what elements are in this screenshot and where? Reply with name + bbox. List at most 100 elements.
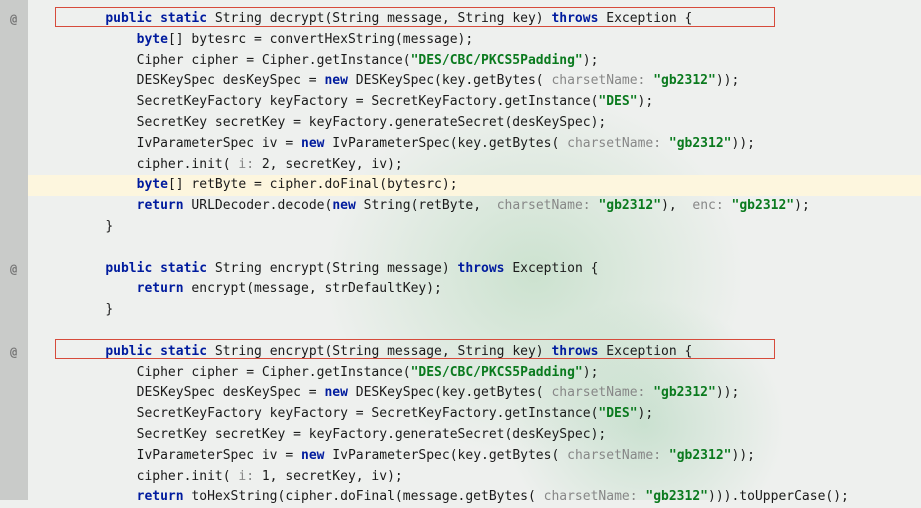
code-token: Cipher cipher = Cipher.getInstance( bbox=[137, 365, 411, 380]
code-token: 2, secretKey, iv); bbox=[262, 157, 403, 172]
code-token: "gb2312" bbox=[669, 136, 732, 151]
code-token: "DES/CBC/PKCS5Padding" bbox=[411, 53, 583, 68]
gutter-marker: @ bbox=[10, 342, 17, 363]
code-token: cipher.init( bbox=[137, 469, 239, 484]
code-editor[interactable]: public static String decrypt(String mess… bbox=[28, 0, 921, 500]
code-token: new bbox=[301, 136, 324, 151]
code-token: SecretKey secretKey = keyFactory.generat… bbox=[137, 427, 607, 442]
code-token: ); bbox=[638, 94, 654, 109]
code-token: toHexString(cipher.doFinal(message.getBy… bbox=[184, 489, 544, 504]
code-token: i: bbox=[238, 157, 261, 172]
code-token: "gb2312" bbox=[653, 73, 716, 88]
code-line[interactable] bbox=[28, 238, 921, 259]
code-token: byte bbox=[137, 177, 168, 192]
code-token: )); bbox=[716, 385, 739, 400]
code-token: ); bbox=[583, 365, 599, 380]
code-token: ), bbox=[661, 198, 692, 213]
code-token: String encrypt(String message, String ke… bbox=[207, 344, 551, 359]
code-token: static bbox=[160, 11, 207, 26]
gutter-marker: @ bbox=[10, 259, 17, 280]
code-token: return bbox=[137, 489, 184, 504]
code-token: new bbox=[301, 448, 324, 463]
code-token: [] bytesrc = convertHexString(message); bbox=[168, 32, 473, 47]
code-line[interactable]: cipher.init( i: 2, secretKey, iv); bbox=[28, 155, 921, 176]
code-line[interactable]: IvParameterSpec iv = new IvParameterSpec… bbox=[28, 134, 921, 155]
code-token: } bbox=[105, 219, 113, 234]
code-token: DESKeySpec desKeySpec = bbox=[137, 73, 325, 88]
code-line[interactable]: public static String encrypt(String mess… bbox=[28, 342, 921, 363]
code-token: i: bbox=[238, 469, 261, 484]
code-line[interactable]: byte[] bytesrc = convertHexString(messag… bbox=[28, 30, 921, 51]
code-token: "gb2312" bbox=[732, 198, 795, 213]
code-line[interactable]: IvParameterSpec iv = new IvParameterSpec… bbox=[28, 446, 921, 467]
code-token: SecretKeyFactory keyFactory = SecretKeyF… bbox=[137, 406, 599, 421]
code-token: throws bbox=[551, 11, 598, 26]
code-token: SecretKeyFactory keyFactory = SecretKeyF… bbox=[137, 94, 599, 109]
code-token: "DES/CBC/PKCS5Padding" bbox=[411, 365, 583, 380]
code-token: 1, secretKey, iv); bbox=[262, 469, 403, 484]
gutter-marker: @ bbox=[10, 9, 17, 30]
code-token: public bbox=[105, 261, 152, 276]
code-token: ); bbox=[794, 198, 810, 213]
code-line[interactable]: DESKeySpec desKeySpec = new DESKeySpec(k… bbox=[28, 383, 921, 404]
code-line[interactable]: } bbox=[28, 300, 921, 321]
code-line[interactable]: SecretKey secretKey = keyFactory.generat… bbox=[28, 425, 921, 446]
code-line[interactable]: Cipher cipher = Cipher.getInstance("DES/… bbox=[28, 363, 921, 384]
code-line[interactable] bbox=[28, 321, 921, 342]
code-line[interactable]: return URLDecoder.decode(new String(retB… bbox=[28, 196, 921, 217]
code-token: new bbox=[324, 385, 347, 400]
code-token: charsetName: bbox=[567, 448, 669, 463]
code-token: DESKeySpec(key.getBytes( bbox=[348, 73, 552, 88]
code-token: )); bbox=[732, 136, 755, 151]
code-token: encrypt(message, strDefaultKey); bbox=[184, 281, 442, 296]
code-token: new bbox=[324, 73, 347, 88]
code-token: DESKeySpec(key.getBytes( bbox=[348, 385, 552, 400]
code-token: Exception { bbox=[598, 11, 692, 26]
code-token: String(retByte, bbox=[356, 198, 497, 213]
code-token: Cipher cipher = Cipher.getInstance( bbox=[137, 53, 411, 68]
code-token: return bbox=[137, 281, 184, 296]
code-token: "gb2312" bbox=[645, 489, 708, 504]
code-token: )); bbox=[732, 448, 755, 463]
code-token: IvParameterSpec iv = bbox=[137, 136, 301, 151]
code-token: static bbox=[160, 344, 207, 359]
code-token: throws bbox=[458, 261, 505, 276]
code-token: public bbox=[105, 11, 152, 26]
code-line[interactable]: SecretKey secretKey = keyFactory.generat… bbox=[28, 113, 921, 134]
code-token: enc: bbox=[692, 198, 731, 213]
code-token: charsetName: bbox=[551, 73, 653, 88]
code-line[interactable]: } bbox=[28, 217, 921, 238]
code-token bbox=[152, 344, 160, 359]
code-token: "DES" bbox=[598, 94, 637, 109]
code-line[interactable]: SecretKeyFactory keyFactory = SecretKeyF… bbox=[28, 404, 921, 425]
code-token: new bbox=[332, 198, 355, 213]
code-line[interactable]: public static String encrypt(String mess… bbox=[28, 259, 921, 280]
code-token: SecretKey secretKey = keyFactory.generat… bbox=[137, 115, 607, 130]
code-line[interactable]: byte[] retByte = cipher.doFinal(bytesrc)… bbox=[28, 175, 921, 196]
code-token: Exception { bbox=[598, 344, 692, 359]
code-token: ); bbox=[583, 53, 599, 68]
code-token: charsetName: bbox=[551, 385, 653, 400]
code-token: } bbox=[105, 302, 113, 317]
code-token: cipher.init( bbox=[137, 157, 239, 172]
code-token: ); bbox=[638, 406, 654, 421]
code-token: IvParameterSpec(key.getBytes( bbox=[324, 136, 567, 151]
code-token: public bbox=[105, 344, 152, 359]
editor-gutter: @ @ @ bbox=[0, 0, 28, 500]
code-line[interactable]: Cipher cipher = Cipher.getInstance("DES/… bbox=[28, 51, 921, 72]
code-token: charsetName: bbox=[567, 136, 669, 151]
code-token: IvParameterSpec iv = bbox=[137, 448, 301, 463]
code-line[interactable]: return encrypt(message, strDefaultKey); bbox=[28, 279, 921, 300]
code-line[interactable]: cipher.init( i: 1, secretKey, iv); bbox=[28, 467, 921, 488]
code-token: String encrypt(String message) bbox=[207, 261, 457, 276]
code-line[interactable]: return toHexString(cipher.doFinal(messag… bbox=[28, 487, 921, 508]
code-token: IvParameterSpec(key.getBytes( bbox=[324, 448, 567, 463]
code-line[interactable]: SecretKeyFactory keyFactory = SecretKeyF… bbox=[28, 92, 921, 113]
code-token: "gb2312" bbox=[653, 385, 716, 400]
code-token: String decrypt(String message, String ke… bbox=[207, 11, 551, 26]
code-token: static bbox=[160, 261, 207, 276]
code-line[interactable]: DESKeySpec desKeySpec = new DESKeySpec(k… bbox=[28, 71, 921, 92]
code-token: return bbox=[137, 198, 184, 213]
code-token: URLDecoder.decode( bbox=[184, 198, 333, 213]
code-line[interactable]: public static String decrypt(String mess… bbox=[28, 9, 921, 30]
